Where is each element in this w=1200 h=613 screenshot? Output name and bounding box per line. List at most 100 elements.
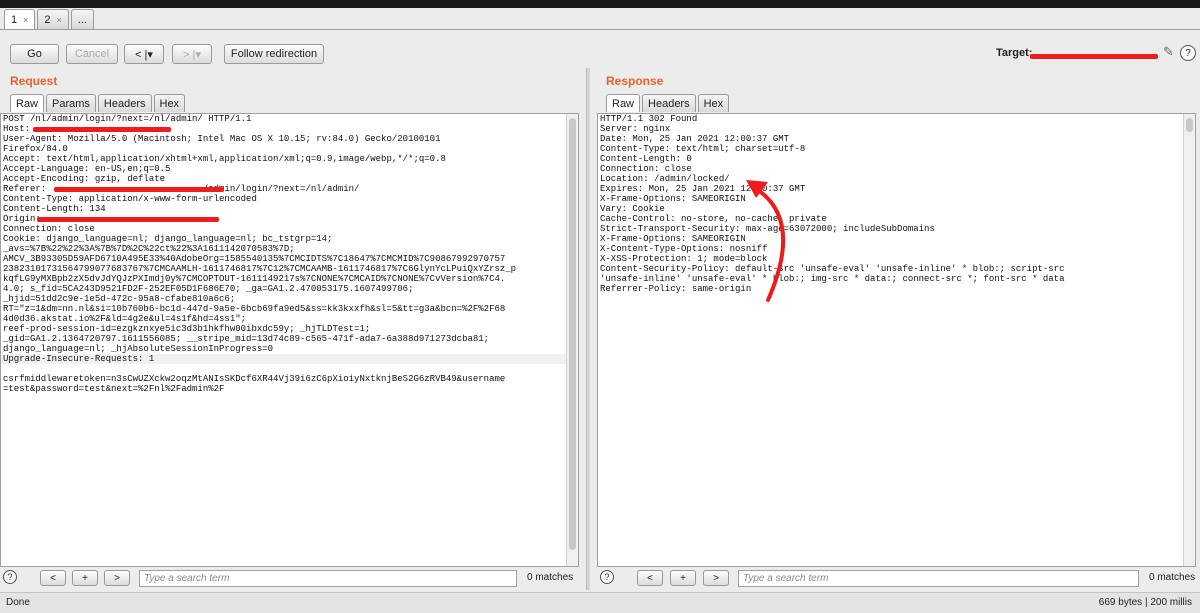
- tab-request-raw[interactable]: Raw: [10, 94, 45, 112]
- tab-2[interactable]: 2 ×: [37, 9, 69, 29]
- request-line: [1, 364, 578, 374]
- request-line: =test&password=test&next=%2Fnl%2Fadmin%2…: [3, 384, 225, 394]
- request-search-bar: ? < + > 0 matches: [0, 570, 580, 588]
- cancel-button[interactable]: Cancel: [66, 44, 118, 64]
- request-line: POST /nl/admin/login/?next=/nl/admin/ HT…: [3, 114, 252, 124]
- redacted-origin: [37, 217, 219, 222]
- response-line: Content-Type: text/html; charset=utf-8: [600, 144, 806, 154]
- tab-request-headers[interactable]: Headers: [97, 94, 152, 112]
- request-line: _avs=%7B%22%22%3A%7B%7D%2C%22ct%22%3A161…: [3, 244, 295, 254]
- request-line: Connection: close: [3, 224, 95, 234]
- window-top-bar: [0, 0, 1200, 8]
- status-bar: Done 669 bytes | 200 millis: [0, 592, 1200, 613]
- request-view-tabs: Raw Params Headers Hex: [10, 94, 186, 112]
- help-icon[interactable]: ?: [3, 570, 17, 584]
- request-body: POST /nl/admin/login/?next=/nl/admin/ HT…: [1, 114, 578, 394]
- response-scrollbar[interactable]: [1183, 114, 1195, 566]
- pane-divider[interactable]: [586, 68, 590, 590]
- response-editor[interactable]: HTTP/1.1 302 Found Server: nginx Date: M…: [597, 113, 1196, 567]
- request-line: Firefox/84.0: [3, 144, 68, 154]
- response-line: Content-Security-Policy: default-src 'un…: [600, 264, 1065, 274]
- tab-response-raw[interactable]: Raw: [606, 94, 641, 112]
- tab-more[interactable]: ...: [70, 9, 94, 29]
- response-line: X-Frame-Options: SAMEORIGIN: [600, 234, 746, 244]
- tab-more-label: ...: [77, 13, 87, 26]
- response-line: Location: /admin/locked/: [600, 174, 730, 184]
- response-line: 'unsafe-inline' 'unsafe-eval' * blob:; i…: [600, 274, 1065, 284]
- response-line: X-Content-Type-Options: nosniff: [600, 244, 768, 254]
- request-line: _hjid=51dd2c9e-1e5d-472c-95a8-cfabe810a6…: [3, 294, 236, 304]
- search-next-button[interactable]: >: [104, 570, 130, 586]
- response-line: Content-Length: 0: [600, 154, 692, 164]
- response-search-bar: ? < + > 0 matches: [597, 570, 1200, 588]
- response-body: HTTP/1.1 302 Found Server: nginx Date: M…: [598, 114, 1195, 294]
- request-scroll-thumb[interactable]: [569, 118, 576, 550]
- request-title: Request: [10, 74, 58, 88]
- search-prev-button[interactable]: <: [637, 570, 663, 586]
- request-line: Accept-Encoding: gzip, deflate: [3, 174, 166, 184]
- target-label: Target:: [996, 47, 1033, 59]
- redacted-referer: [54, 187, 224, 192]
- response-line: X-XSS-Protection: 1; mode=block: [600, 254, 768, 264]
- request-line: Cookie: django_language=nl; django_langu…: [3, 234, 333, 244]
- response-line: Strict-Transport-Security: max-age=63072…: [600, 224, 935, 234]
- request-line: django_language=nl; _hjAbsoluteSessionIn…: [3, 344, 274, 354]
- go-button[interactable]: Go: [10, 44, 59, 64]
- tab-response-hex[interactable]: Hex: [697, 94, 730, 112]
- response-line: Vary: Cookie: [600, 204, 665, 214]
- request-line: Content-Length: 134: [3, 204, 106, 214]
- request-line: 4d0d36.akstat.io%2F&ld=4g2e&ul=4s1f&hd=4…: [3, 314, 247, 324]
- search-next-button[interactable]: >: [703, 570, 729, 586]
- search-add-button[interactable]: +: [72, 570, 98, 586]
- request-line: Content-Type: application/x-www-form-url…: [3, 194, 257, 204]
- response-match-count: 0 matches: [1149, 572, 1196, 583]
- request-line: 4.0; s_fid=5CA243D9521FD2F-252EF05D1F686…: [3, 284, 414, 294]
- tab-1-label: 1: [11, 13, 18, 26]
- follow-redirection-button[interactable]: Follow redirection: [224, 44, 324, 64]
- request-scrollbar[interactable]: [566, 114, 578, 566]
- tab-response-headers[interactable]: Headers: [642, 94, 696, 112]
- response-size-timing: 669 bytes | 200 millis: [1098, 597, 1192, 608]
- response-scroll-thumb[interactable]: [1186, 118, 1193, 132]
- response-line: X-Frame-Options: SAMEORIGIN: [600, 194, 746, 204]
- back-button[interactable]: < |▾: [124, 44, 164, 64]
- request-line: Upgrade-Insecure-Requests: 1: [1, 354, 578, 364]
- search-add-button[interactable]: +: [670, 570, 696, 586]
- response-line: Cache-Control: no-store, no-cache, priva…: [600, 214, 827, 224]
- request-line: User-Agent: Mozilla/5.0 (Macintosh; Inte…: [3, 134, 441, 144]
- response-line: Connection: close: [600, 164, 692, 174]
- request-line: 23823101731564799077683767%7CMCAAMLH-161…: [3, 264, 517, 274]
- request-line: Accept: text/html,application/xhtml+xml,…: [3, 154, 446, 164]
- tab-2-label: 2: [44, 13, 51, 26]
- request-editor[interactable]: POST /nl/admin/login/?next=/nl/admin/ HT…: [0, 113, 579, 567]
- request-line: RT="z=1&dm=nn.nl&si=10b760b6-bc1d-447d-9…: [3, 304, 506, 314]
- forward-button[interactable]: > |▾: [172, 44, 212, 64]
- close-icon[interactable]: ×: [23, 15, 28, 25]
- tab-divider: [0, 29, 1200, 30]
- response-line: Date: Mon, 25 Jan 2021 12:00:37 GMT: [600, 134, 790, 144]
- request-match-count: 0 matches: [527, 572, 574, 583]
- request-line: Accept-Language: en-US,en;q=0.5: [3, 164, 171, 174]
- response-line: HTTP/1.1 302 Found: [600, 114, 698, 124]
- tab-1[interactable]: 1 ×: [4, 9, 36, 29]
- request-line: _gid=GA1.2.1364720797.1611556085; __stri…: [3, 334, 490, 344]
- response-search-input[interactable]: [738, 570, 1139, 587]
- tab-request-params[interactable]: Params: [46, 94, 96, 112]
- request-line: csrfmiddlewaretoken=n3sCwUZXckw2oqzMtANI…: [3, 374, 506, 384]
- response-title: Response: [606, 74, 664, 88]
- search-prev-button[interactable]: <: [40, 570, 66, 586]
- help-icon[interactable]: ?: [600, 570, 614, 584]
- request-search-input[interactable]: [139, 570, 517, 587]
- response-view-tabs: Raw Headers Hex: [606, 94, 730, 112]
- pencil-icon[interactable]: ✎: [1163, 44, 1174, 60]
- close-icon[interactable]: ×: [57, 15, 62, 25]
- request-line: AMCV_3B93305D59AFD6710A495E33%40AdobeOrg…: [3, 254, 506, 264]
- request-line: reef-prod-session-id=ezgkznxye5ic3d3b1hk…: [3, 324, 371, 334]
- status-text: Done: [6, 597, 30, 608]
- repeater-tabs: 1 × 2 × ...: [4, 8, 94, 30]
- help-icon[interactable]: ?: [1180, 45, 1196, 61]
- response-line: Referrer-Policy: same-origin: [600, 284, 752, 294]
- redacted-host: [33, 127, 171, 132]
- response-line: Server: nginx: [600, 124, 671, 134]
- tab-request-hex[interactable]: Hex: [153, 94, 186, 112]
